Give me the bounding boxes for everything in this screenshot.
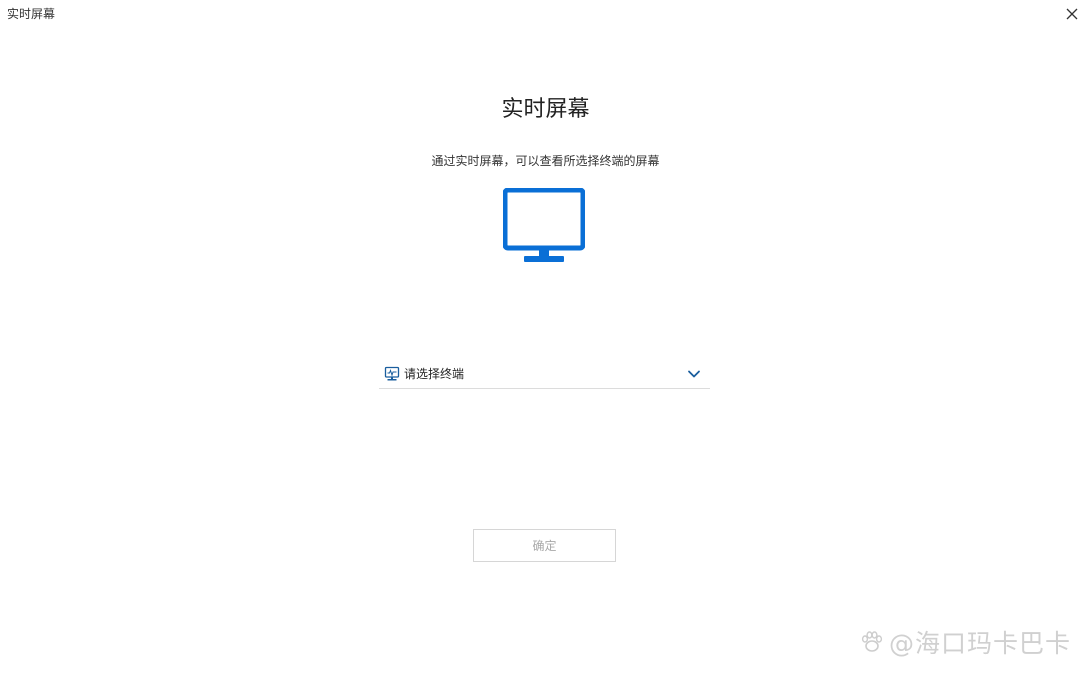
- page-subtitle: 通过实时屏幕，可以查看所选择终端的屏幕: [431, 154, 660, 168]
- chevron-down-icon[interactable]: [686, 366, 702, 382]
- confirm-button[interactable]: 确定: [473, 529, 616, 562]
- watermark-text: @海口玛卡巴卡: [888, 629, 1071, 658]
- live-screen-window: 实时屏幕 实时屏幕 通过实时屏幕，可以查看所选择终端的屏幕 请选择终端 确定 @…: [0, 0, 1091, 680]
- page-title: 实时屏幕: [501, 97, 590, 122]
- paw-icon: [861, 631, 883, 652]
- window-title: 实时屏幕: [7, 7, 56, 21]
- terminal-select-placeholder: 请选择终端: [404, 367, 465, 381]
- monitor-icon: [503, 188, 585, 262]
- close-button[interactable]: [1063, 5, 1081, 23]
- terminal-select[interactable]: 请选择终端: [379, 360, 710, 389]
- watermark: @海口玛卡巴卡: [859, 624, 1071, 660]
- close-icon: [1066, 8, 1078, 20]
- terminal-icon: [383, 365, 401, 383]
